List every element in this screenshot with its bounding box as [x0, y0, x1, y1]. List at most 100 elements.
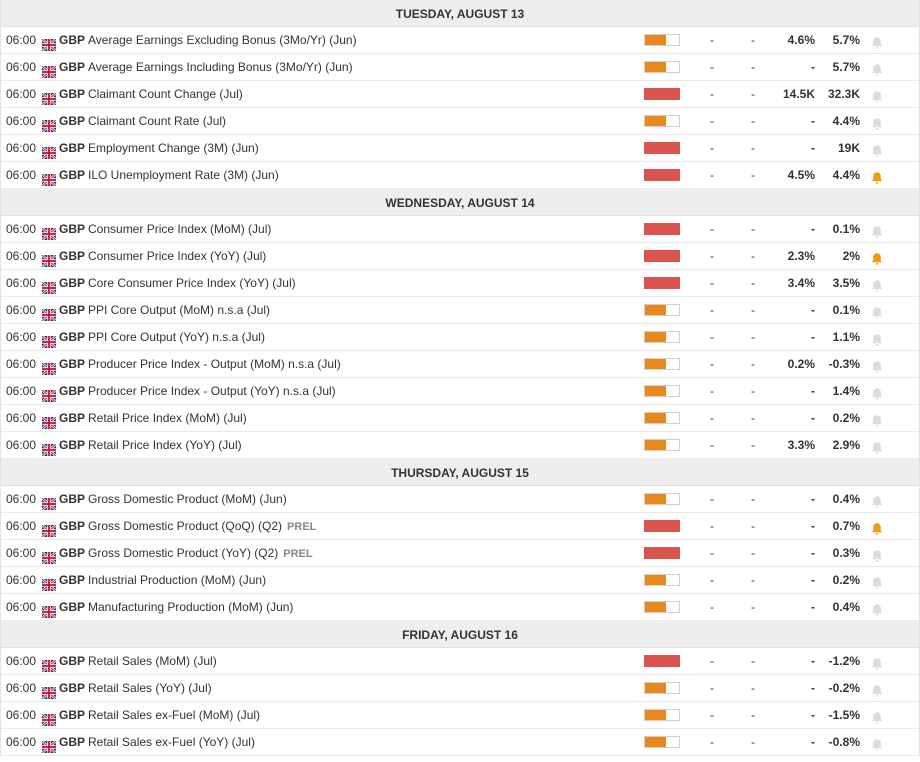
event-name[interactable]: Average Earnings Including Bonus (3Mo/Yr… — [88, 60, 353, 74]
event-name[interactable]: Manufacturing Production (MoM) (Jun) — [88, 600, 293, 614]
event-name[interactable]: Claimant Count Rate (Jul) — [88, 114, 226, 128]
bell-icon[interactable] — [870, 708, 884, 724]
event-name-cell[interactable]: Producer Price Index - Output (YoY) n.s.… — [88, 378, 336, 404]
event-name[interactable]: Retail Sales (MoM) (Jul) — [88, 654, 217, 668]
event-row[interactable]: 06:00 GBP Consumer Price Index (YoY) (Jul)… — [1, 243, 919, 270]
bell-icon[interactable] — [870, 87, 884, 103]
bell-icon[interactable] — [870, 249, 884, 265]
bell-icon[interactable] — [870, 276, 884, 292]
event-row[interactable]: 06:00 GBP Core Consumer Price Index (YoY) … — [1, 270, 919, 297]
event-row[interactable]: 06:00 GBP Claimant Count Change (Jul) - - 14.… — [1, 81, 919, 108]
event-name-cell[interactable]: ILO Unemployment Rate (3M) (Jun) — [88, 162, 279, 188]
event-name-cell[interactable]: Gross Domestic Product (MoM) (Jun) — [88, 486, 287, 512]
event-name[interactable]: Producer Price Index - Output (MoM) n.s.… — [88, 357, 341, 371]
event-row[interactable]: 06:00 GBP Manufacturing Production (MoM) (… — [1, 594, 919, 621]
bell-icon[interactable] — [870, 600, 884, 616]
event-name-cell[interactable]: Gross Domestic Product (YoY) (Q2) PREL — [88, 540, 313, 566]
event-name-cell[interactable]: Consumer Price Index (YoY) (Jul) — [88, 243, 266, 269]
bell-icon[interactable] — [870, 573, 884, 589]
event-name[interactable]: Producer Price Index - Output (YoY) n.s.… — [88, 384, 336, 398]
event-name-cell[interactable]: Average Earnings Including Bonus (3Mo/Yr… — [88, 54, 353, 80]
event-name[interactable]: Industrial Production (MoM) (Jun) — [88, 573, 266, 587]
event-name-cell[interactable]: Retail Sales ex-Fuel (YoY) (Jul) — [88, 729, 255, 755]
bell-icon[interactable] — [870, 330, 884, 346]
uk-flag-icon — [41, 34, 57, 52]
event-name[interactable]: PPI Core Output (YoY) n.s.a (Jul) — [88, 330, 265, 344]
event-currency: GBP — [59, 492, 86, 506]
event-row[interactable]: 06:00 GBP Producer Price Index - Output (M… — [1, 351, 919, 378]
bell-icon[interactable] — [870, 411, 884, 427]
event-name-cell[interactable]: Claimant Count Change (Jul) — [88, 81, 243, 107]
event-name[interactable]: Core Consumer Price Index (YoY) (Jul) — [88, 276, 296, 290]
event-name[interactable]: PPI Core Output (MoM) n.s.a (Jul) — [88, 303, 270, 317]
event-name-cell[interactable]: Claimant Count Rate (Jul) — [88, 108, 226, 134]
bell-icon[interactable] — [870, 222, 884, 238]
event-row[interactable]: 06:00 GBP Retail Sales (YoY) (Jul) - - - -0.2% — [1, 675, 919, 702]
event-name-cell[interactable]: Average Earnings Excluding Bonus (3Mo/Yr… — [88, 27, 357, 53]
event-row[interactable]: 06:00 GBP Producer Price Index - Output (Y… — [1, 378, 919, 405]
event-name[interactable]: Retail Price Index (MoM) (Jul) — [88, 411, 247, 425]
event-deviation: - — [751, 60, 755, 74]
event-name[interactable]: Retail Price Index (YoY) (Jul) — [88, 438, 242, 452]
event-name-cell[interactable]: Retail Price Index (MoM) (Jul) — [88, 405, 247, 431]
event-name[interactable]: Retail Sales ex-Fuel (MoM) (Jul) — [88, 708, 260, 722]
event-name[interactable]: Retail Sales ex-Fuel (YoY) (Jul) — [88, 735, 255, 749]
event-row[interactable]: 06:00 GBP Gross Domestic Product (QoQ) (Q2… — [1, 513, 919, 540]
event-name[interactable]: Average Earnings Excluding Bonus (3Mo/Yr… — [88, 33, 357, 47]
event-row[interactable]: 06:00 GBP Consumer Price Index (MoM) (Jul)… — [1, 216, 919, 243]
bell-icon[interactable] — [870, 141, 884, 157]
event-name-cell[interactable]: PPI Core Output (YoY) n.s.a (Jul) — [88, 324, 265, 350]
event-row[interactable]: 06:00 GBP Average Earnings Including Bonus… — [1, 54, 919, 81]
event-row[interactable]: 06:00 GBP Employment Change (3M) (Jun) - - - 1… — [1, 135, 919, 162]
event-name-cell[interactable]: Industrial Production (MoM) (Jun) — [88, 567, 266, 593]
bell-icon[interactable] — [870, 114, 884, 130]
bell-icon[interactable] — [870, 654, 884, 670]
event-time: 06:00 — [6, 681, 37, 695]
bell-icon[interactable] — [870, 303, 884, 319]
event-row[interactable]: 06:00 GBP Retail Price Index (YoY) (Jul) - -… — [1, 432, 919, 459]
event-row[interactable]: 06:00 GBP Retail Price Index (MoM) (Jul) - -… — [1, 405, 919, 432]
event-row[interactable]: 06:00 GBP Industrial Production (MoM) (Jun… — [1, 567, 919, 594]
event-name[interactable]: Gross Domestic Product (MoM) (Jun) — [88, 492, 287, 506]
event-name-cell[interactable]: Consumer Price Index (MoM) (Jul) — [88, 216, 271, 242]
event-name[interactable]: Retail Sales (YoY) (Jul) — [88, 681, 212, 695]
bell-icon[interactable] — [870, 357, 884, 373]
bell-icon[interactable] — [870, 519, 884, 535]
event-name[interactable]: Consumer Price Index (MoM) (Jul) — [88, 222, 271, 236]
event-name[interactable]: Consumer Price Index (YoY) (Jul) — [88, 249, 266, 263]
bell-icon[interactable] — [870, 33, 884, 49]
event-name[interactable]: Claimant Count Change (Jul) — [88, 87, 243, 101]
bell-icon[interactable] — [870, 60, 884, 76]
event-name[interactable]: Employment Change (3M) (Jun) — [88, 141, 259, 155]
bell-icon[interactable] — [870, 735, 884, 751]
event-name-cell[interactable]: Retail Sales (MoM) (Jul) — [88, 648, 217, 674]
event-row[interactable]: 06:00 GBP Gross Domestic Product (MoM) (Ju… — [1, 486, 919, 513]
event-row[interactable]: 06:00 GBP PPI Core Output (MoM) n.s.a (Jul… — [1, 297, 919, 324]
event-row[interactable]: 06:00 GBP Retail Sales (MoM) (Jul) - - - -1.2% — [1, 648, 919, 675]
event-row[interactable]: 06:00 GBP ILO Unemployment Rate (3M) (Jun)… — [1, 162, 919, 189]
event-row[interactable]: 06:00 GBP Average Earnings Excluding Bonus… — [1, 27, 919, 54]
event-name-cell[interactable]: PPI Core Output (MoM) n.s.a (Jul) — [88, 297, 270, 323]
event-name-cell[interactable]: Manufacturing Production (MoM) (Jun) — [88, 594, 293, 620]
event-name-cell[interactable]: Core Consumer Price Index (YoY) (Jul) — [88, 270, 296, 296]
event-row[interactable]: 06:00 GBP PPI Core Output (YoY) n.s.a (Jul… — [1, 324, 919, 351]
event-name-cell[interactable]: Producer Price Index - Output (MoM) n.s.… — [88, 351, 341, 377]
bell-icon[interactable] — [870, 492, 884, 508]
bell-icon[interactable] — [870, 681, 884, 697]
event-name[interactable]: Gross Domestic Product (YoY) (Q2) — [88, 546, 278, 560]
event-name[interactable]: ILO Unemployment Rate (3M) (Jun) — [88, 168, 279, 182]
bell-icon[interactable] — [870, 384, 884, 400]
event-name-cell[interactable]: Retail Sales ex-Fuel (MoM) (Jul) — [88, 702, 260, 728]
bell-icon[interactable] — [870, 546, 884, 562]
event-name-cell[interactable]: Gross Domestic Product (QoQ) (Q2) PREL — [88, 513, 316, 539]
event-name[interactable]: Gross Domestic Product (QoQ) (Q2) — [88, 519, 282, 533]
event-name-cell[interactable]: Employment Change (3M) (Jun) — [88, 135, 259, 161]
event-row[interactable]: 06:00 GBP Retail Sales ex-Fuel (MoM) (Jul)… — [1, 702, 919, 729]
bell-icon[interactable] — [870, 438, 884, 454]
bell-icon[interactable] — [870, 168, 884, 184]
event-name-cell[interactable]: Retail Price Index (YoY) (Jul) — [88, 432, 242, 458]
impact-fill — [645, 278, 679, 288]
event-name-cell[interactable]: Retail Sales (YoY) (Jul) — [88, 675, 212, 701]
event-row[interactable]: 06:00 GBP Claimant Count Rate (Jul) - - - 4.4% — [1, 108, 919, 135]
event-row[interactable]: 06:00 GBP Gross Domestic Product (YoY) (Q2… — [1, 540, 919, 567]
